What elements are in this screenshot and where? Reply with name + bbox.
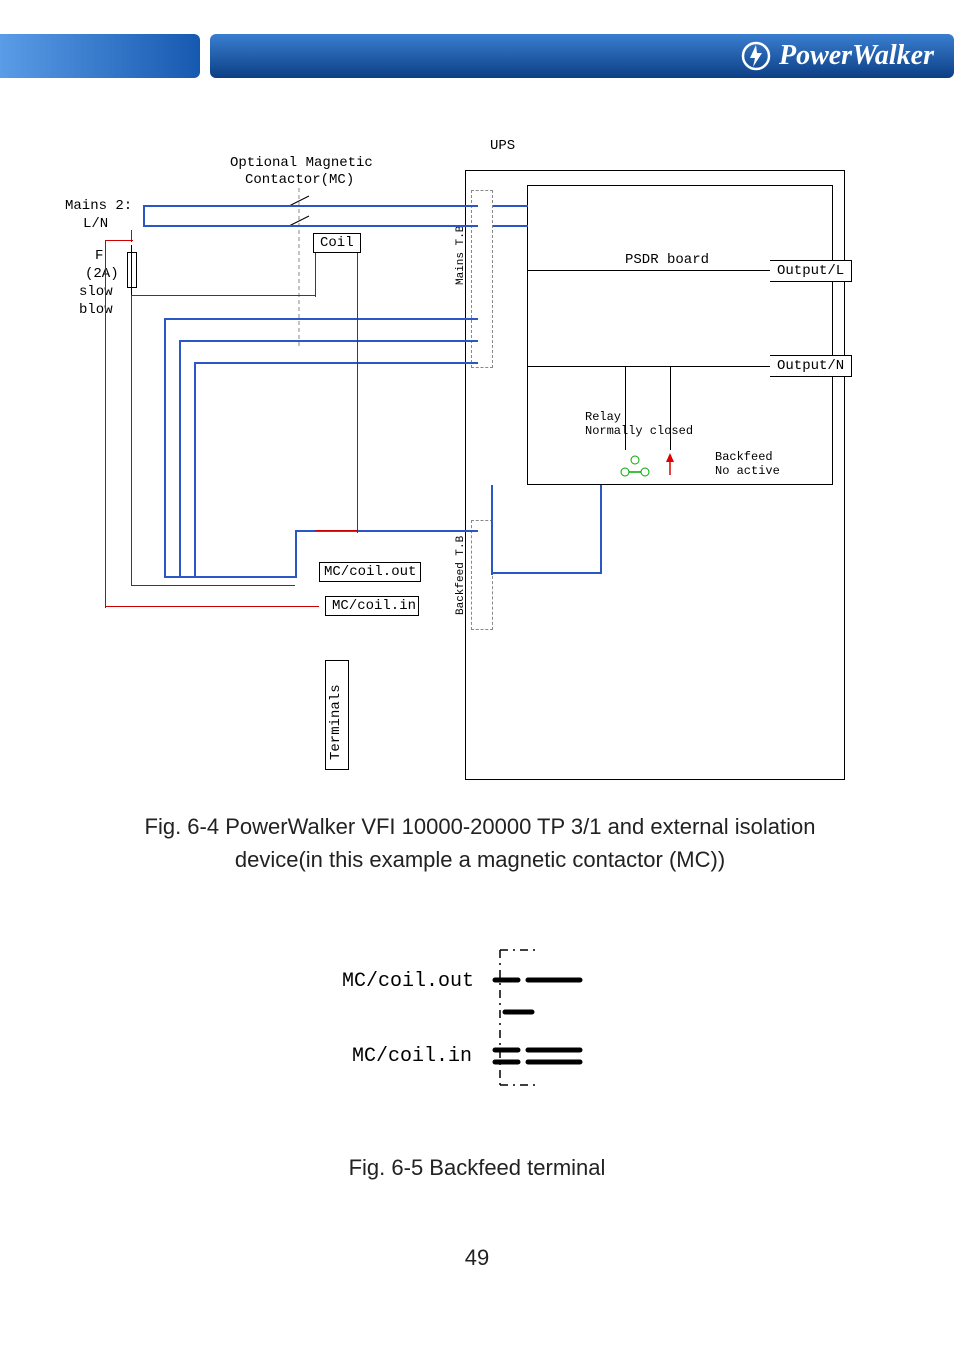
optional-mc-1: Optional Magnetic — [230, 155, 373, 171]
psdr-label: PSDR board — [625, 252, 709, 268]
mc-coil-out-label: MC/coil.out — [324, 564, 416, 580]
caption1-line2: device(in this example a magnetic contac… — [235, 847, 725, 872]
diagram-backfeed-terminal: MC/coil.out MC/coil.in — [320, 930, 640, 1110]
d2-mc-coil-out: MC/coil.out — [342, 970, 474, 993]
relay-label-2: Normally closed — [585, 424, 693, 438]
output-l-label: Output/L — [777, 263, 844, 279]
diagram-external-isolation: UPS PSDR board Output/L Output/N Relay N… — [65, 130, 875, 790]
relay-label-1: Relay — [585, 410, 621, 424]
page-number: 49 — [0, 1245, 954, 1271]
mains-tb-label: Mains T.B — [455, 205, 467, 285]
ups-label: UPS — [490, 138, 515, 154]
optional-mc-2: Contactor(MC) — [245, 172, 354, 188]
no-active-label: No active — [715, 464, 780, 478]
caption1-line1: Fig. 6-4 PowerWalker VFI 10000-20000 TP … — [145, 814, 816, 839]
backfeed-tb-box — [471, 520, 493, 630]
figure-caption-6-5: Fig. 6-5 Backfeed terminal — [0, 1155, 954, 1181]
fuse-f: F — [95, 248, 103, 264]
brand-icon — [741, 41, 771, 71]
mains2-1: Mains 2: — [65, 198, 132, 214]
mc-coil-in-label: MC/coil.in — [332, 598, 416, 614]
fuse-blow: blow — [79, 302, 113, 318]
fuse-slow: slow — [79, 284, 113, 300]
output-n-label: Output/N — [777, 358, 844, 374]
backfeed-terminal-svg — [320, 930, 640, 1110]
mains2-2: L/N — [83, 216, 108, 232]
fuse-box — [127, 252, 137, 288]
d2-mc-coil-in: MC/coil.in — [352, 1045, 472, 1068]
terminals-label: Terminals — [328, 670, 344, 760]
psdr-box — [527, 185, 833, 485]
coil-label: Coil — [320, 235, 354, 251]
brand-text: PowerWalker — [779, 40, 934, 72]
brand-banner: PowerWalker — [210, 34, 954, 78]
figure-caption-6-4: Fig. 6-4 PowerWalker VFI 10000-20000 TP … — [100, 810, 860, 876]
backfeed-tb-label: Backfeed T.B — [455, 525, 467, 615]
header-left-accent — [0, 34, 200, 78]
fuse-2a: (2A) — [85, 266, 119, 282]
mc-switch-symbol — [279, 188, 319, 348]
header-bar: PowerWalker — [0, 34, 954, 78]
backfeed-label: Backfeed — [715, 450, 773, 464]
relay-symbol — [610, 450, 690, 480]
